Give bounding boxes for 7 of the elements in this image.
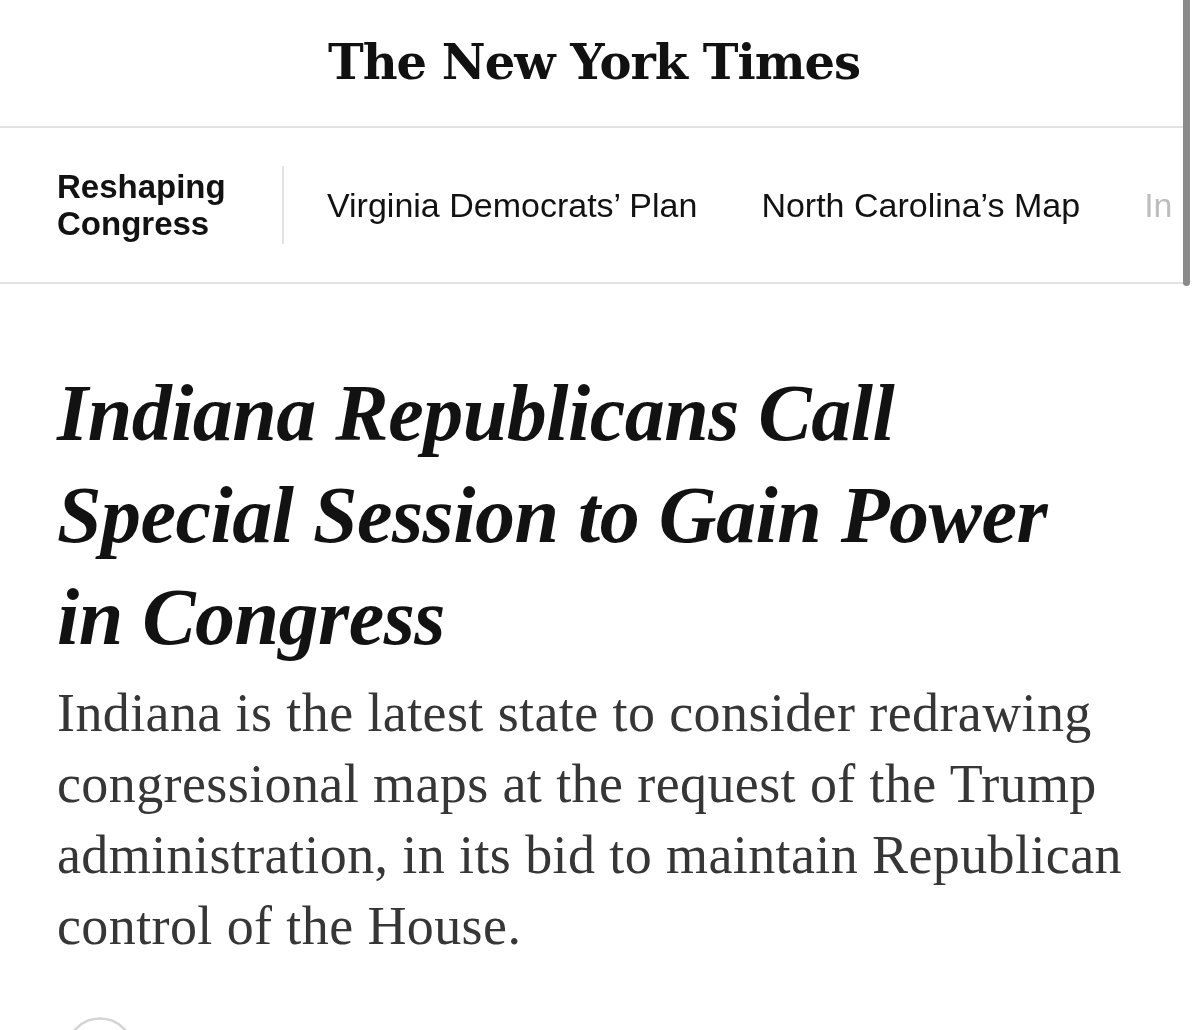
newspaper-logo[interactable]: The New York Times: [328, 34, 860, 90]
scrollbar-thumb[interactable]: [1183, 0, 1190, 286]
section-link[interactable]: Virginia Democrats’ Plan: [327, 185, 698, 225]
article-summary: Indiana is the latest state to consider redrawing congressional maps at the request of the Trump administration, in its bid to maintain Republican control of the House.: [57, 682, 1123, 958]
article-headline: Indiana Republicans Call Special Session to Gain Power in Congress: [57, 368, 1049, 663]
section-title[interactable]: Reshaping Congress: [57, 168, 257, 242]
section-link[interactable]: North Carolina’s Map: [761, 185, 1081, 225]
